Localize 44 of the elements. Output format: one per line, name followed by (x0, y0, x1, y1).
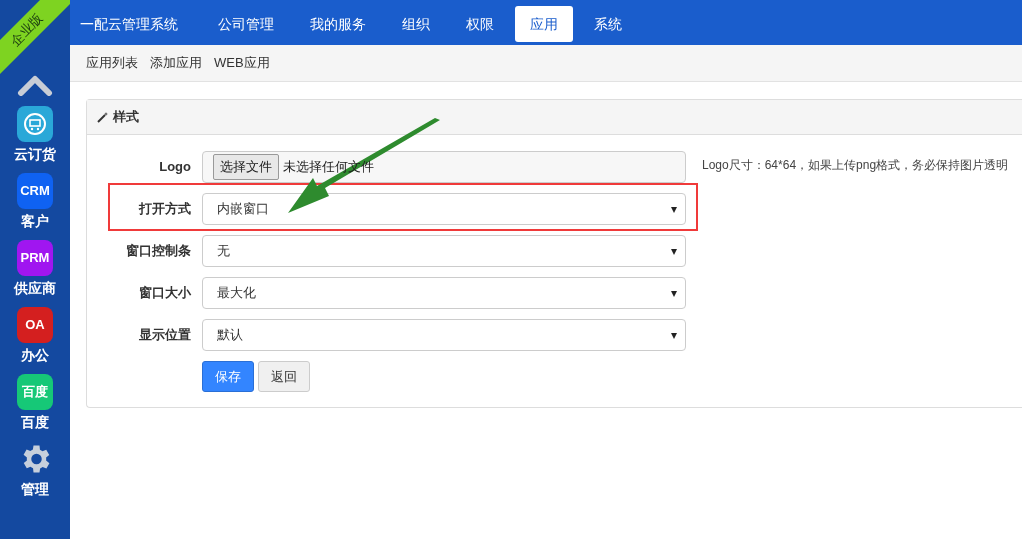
sub-nav-link[interactable]: WEB应用 (214, 53, 270, 73)
select-field[interactable]: 默认 ▾ (202, 319, 686, 351)
select-field[interactable]: 最大化 ▾ (202, 277, 686, 309)
choose-file-button[interactable]: 选择文件 (213, 154, 279, 180)
nav-tab[interactable]: 系统 (579, 6, 637, 42)
brand-title[interactable]: 一配云管理系统 (80, 6, 178, 42)
field-label: 打开方式 (137, 200, 191, 219)
select-value: 内嵌窗口 (217, 200, 270, 219)
sidebar-label[interactable]: 云订货 (14, 145, 56, 163)
sub-nav-link[interactable]: 添加应用 (150, 53, 202, 73)
caret-icon: ▾ (671, 326, 677, 344)
select-value: 最大化 (217, 284, 257, 303)
field-label: 显示位置 (138, 326, 191, 345)
nav-tab[interactable]: 组织 (387, 6, 445, 42)
sidebar-label[interactable]: 客户 (21, 212, 49, 230)
logo-hint: Logo尺寸：64*64，如果上传png格式，务必保持图片透明 (702, 157, 1009, 174)
select-field[interactable]: 内嵌窗口 ▾ (202, 193, 686, 225)
save-button[interactable]: 保存 (202, 361, 254, 392)
field-label: Logo (158, 158, 191, 177)
select-value: 默认 (217, 326, 244, 345)
nav-tab[interactable]: 公司管理 (203, 6, 289, 42)
sidebar-label[interactable]: 办公 (21, 346, 49, 364)
sub-nav-link[interactable]: 应用列表 (86, 53, 138, 73)
select-field[interactable]: 无 ▾ (202, 235, 686, 267)
panel-title: 样式 (113, 108, 139, 127)
nav-tab[interactable]: 应用 (515, 6, 573, 42)
app-tile: OA (17, 307, 53, 343)
chevron-up-icon[interactable] (17, 74, 53, 96)
field-label: 窗口控制条 (125, 242, 191, 261)
sidebar-label[interactable]: 百度 (21, 413, 49, 431)
field-label: 窗口大小 (138, 284, 191, 303)
app-tile: PRM (17, 240, 53, 276)
caret-icon: ▾ (671, 284, 677, 302)
magic-wand-icon (97, 111, 109, 123)
caret-icon: ▾ (671, 200, 677, 218)
caret-icon: ▾ (671, 242, 677, 260)
back-button[interactable]: 返回 (258, 361, 310, 392)
app-tile: CRM (17, 173, 53, 209)
sidebar-label[interactable]: 供应商 (14, 279, 56, 297)
nav-tab[interactable]: 权限 (451, 6, 509, 42)
nav-tab[interactable]: 我的服务 (295, 6, 381, 42)
app-tile: 百度 (17, 374, 53, 410)
sidebar-label[interactable]: 管理 (21, 480, 49, 498)
select-value: 无 (217, 242, 231, 261)
